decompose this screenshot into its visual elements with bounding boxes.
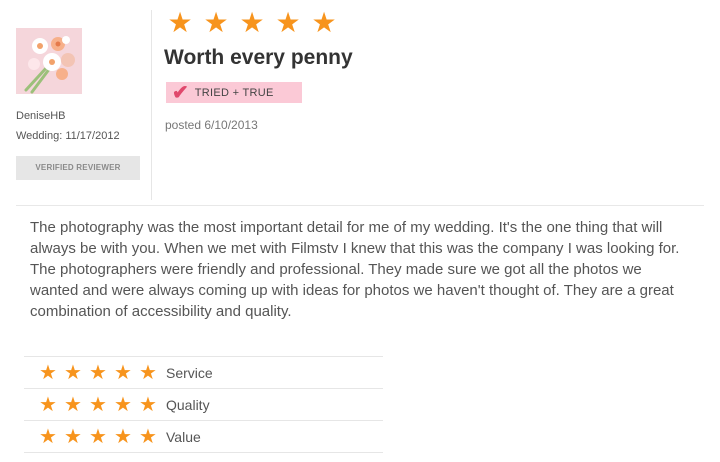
star-icon: ★	[39, 393, 57, 416]
rating-label: Quality	[166, 396, 210, 413]
avatar[interactable]	[16, 28, 82, 94]
review-title: Worth every penny	[164, 46, 353, 69]
star-icon: ★	[275, 7, 301, 38]
star-icon: ★	[89, 361, 107, 384]
verified-reviewer-badge: VERIFIED REVIEWER	[16, 156, 140, 180]
star-icon: ★	[139, 393, 157, 416]
star-icon: ★	[64, 425, 82, 448]
posted-date: posted 6/10/2013	[165, 118, 258, 132]
checkmark-icon: ✔	[172, 81, 189, 104]
badge-label: TRIED + TRUE	[194, 86, 274, 99]
star-icon: ★	[114, 393, 132, 416]
star-icon: ★	[239, 7, 265, 38]
rating-row-quality: ★ ★ ★ ★ ★ Quality	[24, 388, 383, 420]
star-icon: ★	[167, 7, 193, 38]
star-icon: ★	[39, 361, 57, 384]
star-icon: ★	[311, 7, 337, 38]
rating-stars: ★ ★ ★ ★ ★	[36, 426, 166, 448]
horizontal-divider	[16, 205, 704, 206]
category-ratings: ★ ★ ★ ★ ★ Service ★ ★ ★ ★ ★ Quality ★ ★ ★ ★ ★ Value	[24, 356, 383, 453]
overall-rating-stars: ★ ★ ★ ★ ★	[164, 8, 340, 38]
bouquet-image	[16, 28, 82, 94]
rating-row-service: ★ ★ ★ ★ ★ Service	[24, 356, 383, 388]
vertical-divider	[151, 10, 152, 200]
star-icon: ★	[114, 425, 132, 448]
star-icon: ★	[139, 361, 157, 384]
star-icon: ★	[203, 7, 229, 38]
rating-row-value: ★ ★ ★ ★ ★ Value	[24, 420, 383, 453]
review-body: The photography was the most important d…	[30, 219, 680, 320]
rating-stars: ★ ★ ★ ★ ★	[36, 394, 166, 416]
rating-stars: ★ ★ ★ ★ ★	[36, 362, 166, 384]
star-icon: ★	[114, 361, 132, 384]
rating-label: Service	[166, 364, 213, 381]
star-icon: ★	[89, 393, 107, 416]
reviewer-name[interactable]: DeniseHB	[16, 110, 66, 122]
tried-true-badge: ✔ TRIED + TRUE	[166, 82, 302, 103]
reviewer-panel: DeniseHB Wedding: 11/17/2012 VERIFIED RE…	[16, 28, 146, 180]
wedding-date: Wedding: 11/17/2012	[16, 130, 120, 142]
star-icon: ★	[64, 361, 82, 384]
star-icon: ★	[64, 393, 82, 416]
star-icon: ★	[89, 425, 107, 448]
rating-label: Value	[166, 428, 201, 445]
star-icon: ★	[139, 425, 157, 448]
star-icon: ★	[39, 425, 57, 448]
